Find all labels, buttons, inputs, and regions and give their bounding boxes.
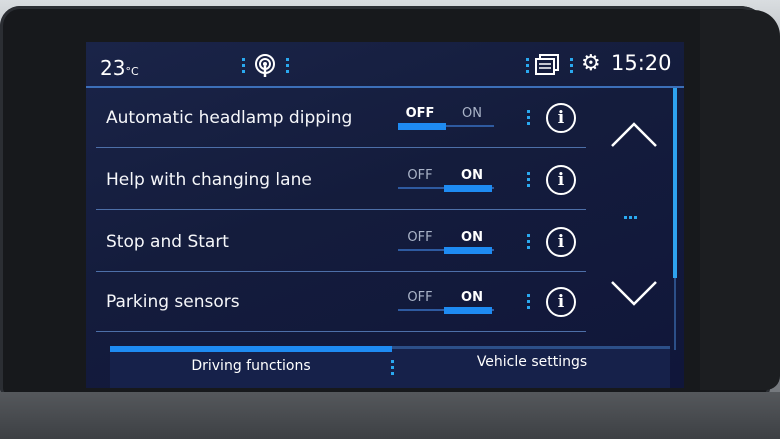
bottom-tab-bar: Driving functions Vehicle settings [110,346,670,388]
headlamp-dipping-toggle[interactable]: OFF ON [398,106,494,134]
setting-label: Help with changing lane [106,170,312,190]
status-separator [570,58,573,74]
temperature-unit: °C [125,65,139,78]
setting-row-parking-sensors: Parking sensors OFF ON i [86,272,586,332]
infotainment-screen: 23°C ⚙ 15:20 Automatic headlamp dipping … [86,42,684,388]
setting-label: Automatic headlamp dipping [106,108,353,128]
row-separator [527,294,530,310]
chevron-down-icon[interactable] [606,274,662,314]
info-icon[interactable]: i [546,287,576,317]
scrollbar-thumb[interactable] [673,88,677,278]
active-tab-indicator [110,346,392,352]
chevron-up-icon[interactable] [606,114,662,154]
tab-driving-functions[interactable]: Driving functions [110,358,392,382]
row-separator [527,234,530,250]
toggle-indicator [398,123,446,130]
status-bar: 23°C ⚙ 15:20 [86,42,684,86]
setting-row-lane-change: Help with changing lane OFF ON i [86,150,586,210]
scroll-position-dots [624,216,638,219]
toggle-off-label: OFF [407,168,433,183]
row-divider [96,331,586,332]
setting-row-headlamp-dipping: Automatic headlamp dipping OFF ON i [86,88,586,148]
setting-label: Stop and Start [106,232,229,252]
temperature-value: 23 [100,56,126,80]
toggle-on-label: ON [462,106,482,121]
gear-icon[interactable]: ⚙ [581,51,601,76]
setting-label: Parking sensors [106,292,240,312]
setting-row-stop-start: Stop and Start OFF ON i [86,212,586,272]
info-icon[interactable]: i [546,103,576,133]
bezel-side [700,10,780,390]
info-icon[interactable]: i [546,165,576,195]
toggle-off-label: OFF [407,290,433,305]
connectivity-antenna-icon[interactable] [254,54,276,82]
row-divider [96,147,586,148]
toggle-off-label: OFF [407,230,433,245]
tab-vehicle-settings[interactable]: Vehicle settings [394,354,670,378]
status-separator [242,58,245,74]
stop-start-toggle[interactable]: OFF ON [398,230,494,258]
toggle-on-label: ON [461,230,483,245]
outside-temperature: 23°C [100,56,139,80]
toggle-indicator [444,247,492,254]
parking-sensors-toggle[interactable]: OFF ON [398,290,494,318]
documents-icon[interactable] [534,54,560,80]
toggle-indicator [444,307,492,314]
toggle-indicator [444,185,492,192]
status-separator [526,58,529,74]
clock: 15:20 [611,51,672,75]
row-separator [527,172,530,188]
toggle-off-label: OFF [405,106,435,121]
dashboard-trim [0,392,780,439]
status-separator [286,58,289,74]
toggle-on-label: ON [461,168,483,183]
row-separator [527,110,530,126]
lane-change-toggle[interactable]: OFF ON [398,168,494,196]
info-icon[interactable]: i [546,227,576,257]
toggle-on-label: ON [461,290,483,305]
row-divider [96,209,586,210]
